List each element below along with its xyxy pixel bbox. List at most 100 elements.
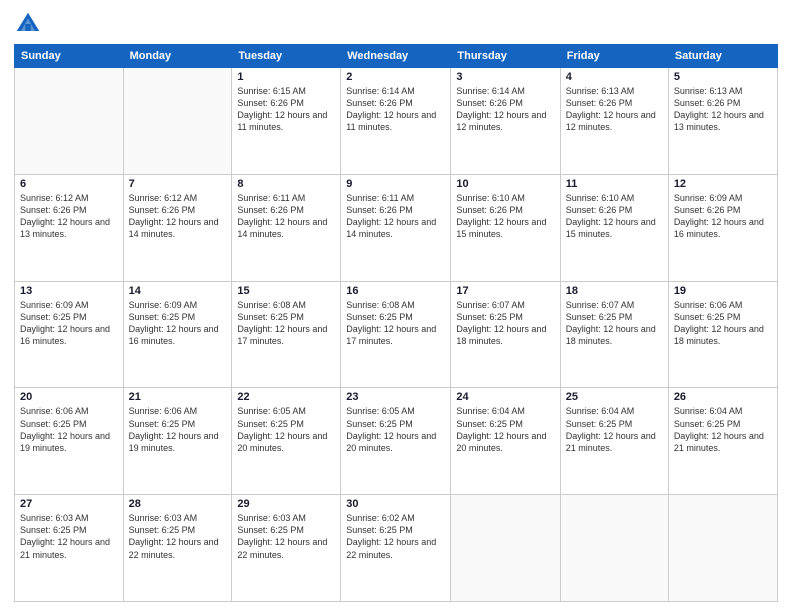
calendar-cell: 20Sunrise: 6:06 AM Sunset: 6:25 PM Dayli… bbox=[15, 388, 124, 495]
day-number: 9 bbox=[346, 178, 445, 190]
day-info: Sunrise: 6:04 AM Sunset: 6:25 PM Dayligh… bbox=[456, 405, 554, 454]
day-number: 1 bbox=[237, 71, 335, 83]
day-number: 6 bbox=[20, 178, 118, 190]
day-info: Sunrise: 6:06 AM Sunset: 6:25 PM Dayligh… bbox=[674, 299, 772, 348]
col-tuesday: Tuesday bbox=[232, 45, 341, 68]
calendar-cell: 9 Sunrise: 6:11 AM Sunset: 6:26 PM Daylig… bbox=[341, 174, 451, 281]
calendar-cell: 22 Sunrise: 6:05 AM Sunset: 6:25 PM Dayli… bbox=[232, 388, 341, 495]
calendar-cell: 1 Sunrise: 6:15 AM Sunset: 6:26 PM Daylig… bbox=[232, 68, 341, 175]
day-number: 29 bbox=[237, 498, 335, 510]
day-info: Sunrise: 6:04 AM Sunset: 6:25 PM Dayligh… bbox=[566, 405, 663, 454]
calendar-cell bbox=[451, 495, 560, 602]
calendar-cell: 21 Sunrise: 6:06 AM Sunset: 6:25 PM Dayli… bbox=[123, 388, 232, 495]
day-info: Sunrise: 6:08 AM Sunset: 6:25 PM Dayligh… bbox=[346, 299, 445, 348]
day-number: 17 bbox=[456, 285, 554, 297]
calendar-week-3: 13Sunrise: 6:09 AM Sunset: 6:25 PM Dayli… bbox=[15, 281, 778, 388]
calendar-cell: 11 Sunrise: 6:10 AM Sunset: 6:26 PM Dayli… bbox=[560, 174, 668, 281]
day-number: 22 bbox=[237, 391, 335, 403]
day-info: Sunrise: 6:08 AM Sunset: 6:25 PM Dayligh… bbox=[237, 299, 335, 348]
day-info: Sunrise: 6:14 AM Sunset: 6:26 PM Dayligh… bbox=[346, 85, 445, 134]
day-info: Sunrise: 6:14 AM Sunset: 6:26 PM Dayligh… bbox=[456, 85, 554, 134]
day-number: 12 bbox=[674, 178, 772, 190]
calendar-cell: 23 Sunrise: 6:05 AM Sunset: 6:25 PM Dayli… bbox=[341, 388, 451, 495]
calendar-cell: 25 Sunrise: 6:04 AM Sunset: 6:25 PM Dayli… bbox=[560, 388, 668, 495]
day-number: 2 bbox=[346, 71, 445, 83]
day-info: Sunrise: 6:12 AM Sunset: 6:26 PM Dayligh… bbox=[129, 192, 227, 241]
calendar-cell: 15 Sunrise: 6:08 AM Sunset: 6:25 PM Dayli… bbox=[232, 281, 341, 388]
logo-area bbox=[14, 10, 44, 38]
day-info: Sunrise: 6:10 AM Sunset: 6:26 PM Dayligh… bbox=[456, 192, 554, 241]
day-info: Sunrise: 6:11 AM Sunset: 6:26 PM Dayligh… bbox=[237, 192, 335, 241]
col-saturday: Saturday bbox=[668, 45, 777, 68]
day-number: 16 bbox=[346, 285, 445, 297]
day-number: 24 bbox=[456, 391, 554, 403]
day-number: 19 bbox=[674, 285, 772, 297]
day-number: 5 bbox=[674, 71, 772, 83]
day-number: 21 bbox=[129, 391, 227, 403]
day-number: 30 bbox=[346, 498, 445, 510]
calendar-cell: 18Sunrise: 6:07 AM Sunset: 6:25 PM Dayli… bbox=[560, 281, 668, 388]
day-info: Sunrise: 6:13 AM Sunset: 6:26 PM Dayligh… bbox=[674, 85, 772, 134]
col-monday: Monday bbox=[123, 45, 232, 68]
day-info: Sunrise: 6:06 AM Sunset: 6:25 PM Dayligh… bbox=[129, 405, 227, 454]
day-info: Sunrise: 6:05 AM Sunset: 6:25 PM Dayligh… bbox=[237, 405, 335, 454]
calendar-cell bbox=[560, 495, 668, 602]
calendar-week-4: 20 Sunrise: 6:06 AM Sunset: 6:25 PM Dayli… bbox=[15, 388, 778, 495]
day-number: 26 bbox=[674, 391, 772, 403]
calendar-cell: 7 Sunrise: 6:12 AM Sunset: 6:26 PM Daylig… bbox=[123, 174, 232, 281]
day-info: Sunrise: 6:04 AM Sunset: 6:25 PM Dayligh… bbox=[674, 405, 772, 454]
calendar-week-2: 6 Sunrise: 6:12 AM Sunset: 6:26 PM Daylig… bbox=[15, 174, 778, 281]
day-info: Sunrise: 6:10 AM Sunset: 6:26 PM Dayligh… bbox=[566, 192, 663, 241]
calendar-header-row: Sunday Monday Tuesday Wednesday Thursday… bbox=[15, 45, 778, 68]
day-number: 15 bbox=[237, 285, 335, 297]
calendar-cell bbox=[668, 495, 777, 602]
calendar-cell bbox=[15, 68, 124, 175]
calendar-cell: 13Sunrise: 6:09 AM Sunset: 6:25 PM Dayli… bbox=[15, 281, 124, 388]
day-info: Sunrise: 6:02 AM Sunset: 6:25 PM Dayligh… bbox=[346, 512, 445, 561]
day-number: 11 bbox=[566, 178, 663, 190]
day-info: Sunrise: 6:15 AM Sunset: 6:26 PM Dayligh… bbox=[237, 85, 335, 134]
calendar-cell: 3 Sunrise: 6:14 AM Sunset: 6:26 PM Daylig… bbox=[451, 68, 560, 175]
calendar-cell: 29 Sunrise: 6:03 AM Sunset: 6:25 PM Dayli… bbox=[232, 495, 341, 602]
day-number: 7 bbox=[129, 178, 227, 190]
calendar-cell: 19 Sunrise: 6:06 AM Sunset: 6:25 PM Dayli… bbox=[668, 281, 777, 388]
calendar-cell: 24 Sunrise: 6:04 AM Sunset: 6:25 PM Dayli… bbox=[451, 388, 560, 495]
day-info: Sunrise: 6:09 AM Sunset: 6:26 PM Dayligh… bbox=[674, 192, 772, 241]
day-info: Sunrise: 6:03 AM Sunset: 6:25 PM Dayligh… bbox=[20, 512, 118, 561]
calendar-cell: 5 Sunrise: 6:13 AM Sunset: 6:26 PM Daylig… bbox=[668, 68, 777, 175]
day-number: 4 bbox=[566, 71, 663, 83]
calendar-cell: 14Sunrise: 6:09 AM Sunset: 6:25 PM Dayli… bbox=[123, 281, 232, 388]
col-friday: Friday bbox=[560, 45, 668, 68]
day-number: 27 bbox=[20, 498, 118, 510]
day-number: 3 bbox=[456, 71, 554, 83]
day-info: Sunrise: 6:09 AM Sunset: 6:25 PM Dayligh… bbox=[129, 299, 227, 348]
day-number: 23 bbox=[346, 391, 445, 403]
header bbox=[14, 10, 778, 38]
day-info: Sunrise: 6:07 AM Sunset: 6:25 PM Dayligh… bbox=[456, 299, 554, 348]
col-sunday: Sunday bbox=[15, 45, 124, 68]
calendar-cell: 17 Sunrise: 6:07 AM Sunset: 6:25 PM Dayli… bbox=[451, 281, 560, 388]
calendar-cell: 4Sunrise: 6:13 AM Sunset: 6:26 PM Daylig… bbox=[560, 68, 668, 175]
calendar-cell: 12 Sunrise: 6:09 AM Sunset: 6:26 PM Dayli… bbox=[668, 174, 777, 281]
col-wednesday: Wednesday bbox=[341, 45, 451, 68]
day-info: Sunrise: 6:11 AM Sunset: 6:26 PM Dayligh… bbox=[346, 192, 445, 241]
logo-icon bbox=[14, 10, 42, 38]
calendar-cell: 2 Sunrise: 6:14 AM Sunset: 6:26 PM Daylig… bbox=[341, 68, 451, 175]
day-number: 20 bbox=[20, 391, 118, 403]
day-number: 8 bbox=[237, 178, 335, 190]
day-info: Sunrise: 6:09 AM Sunset: 6:25 PM Dayligh… bbox=[20, 299, 118, 348]
calendar: Sunday Monday Tuesday Wednesday Thursday… bbox=[14, 44, 778, 602]
day-info: Sunrise: 6:05 AM Sunset: 6:25 PM Dayligh… bbox=[346, 405, 445, 454]
day-info: Sunrise: 6:03 AM Sunset: 6:25 PM Dayligh… bbox=[237, 512, 335, 561]
calendar-cell: 16 Sunrise: 6:08 AM Sunset: 6:25 PM Dayli… bbox=[341, 281, 451, 388]
calendar-cell bbox=[123, 68, 232, 175]
calendar-cell: 28Sunrise: 6:03 AM Sunset: 6:25 PM Dayli… bbox=[123, 495, 232, 602]
calendar-week-5: 27 Sunrise: 6:03 AM Sunset: 6:25 PM Dayli… bbox=[15, 495, 778, 602]
calendar-cell: 26 Sunrise: 6:04 AM Sunset: 6:25 PM Dayli… bbox=[668, 388, 777, 495]
calendar-cell: 27 Sunrise: 6:03 AM Sunset: 6:25 PM Dayli… bbox=[15, 495, 124, 602]
page: Sunday Monday Tuesday Wednesday Thursday… bbox=[0, 0, 792, 612]
calendar-cell: 30 Sunrise: 6:02 AM Sunset: 6:25 PM Dayli… bbox=[341, 495, 451, 602]
calendar-cell: 10Sunrise: 6:10 AM Sunset: 6:26 PM Dayli… bbox=[451, 174, 560, 281]
col-thursday: Thursday bbox=[451, 45, 560, 68]
day-number: 25 bbox=[566, 391, 663, 403]
